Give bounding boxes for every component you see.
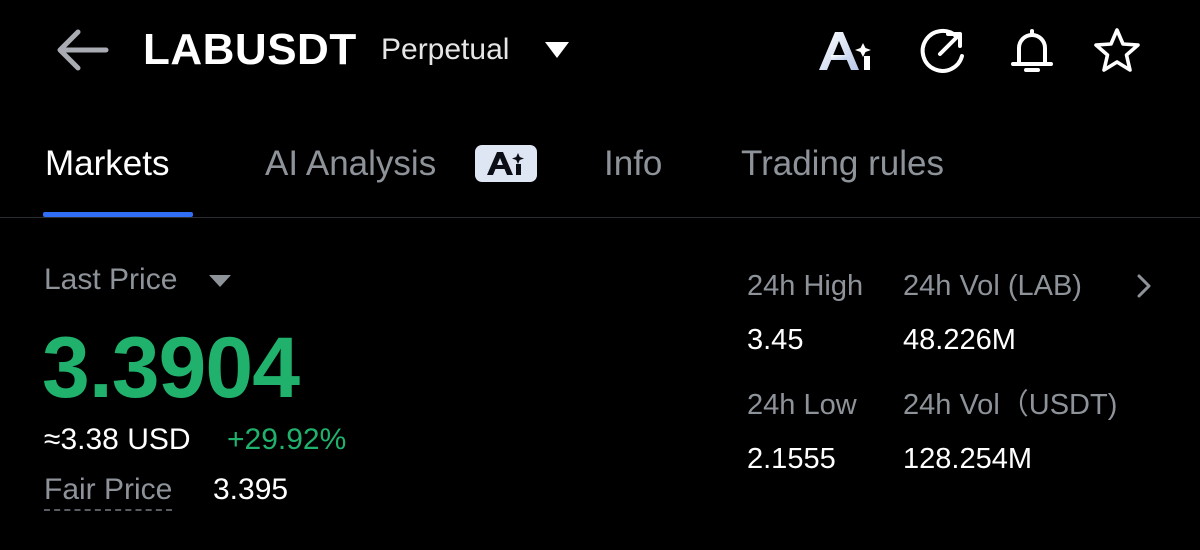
back-arrow-icon <box>57 29 109 71</box>
low-24h-value: 2.1555 <box>747 443 836 475</box>
low-24h-label: 24h Low <box>747 389 857 421</box>
ai-icon <box>819 32 871 70</box>
tab-markets[interactable]: Markets <box>45 140 169 188</box>
vol-base-label: 24h Vol (LAB) <box>903 270 1082 302</box>
contract-type[interactable]: Perpetual <box>381 30 509 70</box>
tab-info[interactable]: Info <box>604 140 662 188</box>
ai-button[interactable] <box>816 26 871 76</box>
tab-trading-rules[interactable]: Trading rules <box>741 140 944 188</box>
high-24h-value: 3.45 <box>747 324 804 356</box>
caret-down-icon <box>545 42 569 58</box>
ai-badge <box>475 145 537 182</box>
tab-ai-analysis[interactable]: AI Analysis <box>265 140 436 188</box>
symbol-title[interactable]: LABUSDT <box>143 20 357 80</box>
fair-price-label[interactable]: Fair Price <box>44 472 173 511</box>
ai-badge-icon <box>487 152 524 175</box>
symbol-dropdown-caret[interactable] <box>543 40 571 60</box>
last-price-caret[interactable] <box>208 274 232 288</box>
favorite-button[interactable] <box>1092 26 1142 76</box>
chevron-right-icon <box>1137 274 1151 298</box>
usd-approx-price: ≈3.38 USD <box>44 423 191 456</box>
alert-button[interactable] <box>1007 26 1057 76</box>
fair-price-value: 3.395 <box>213 473 289 506</box>
price-change-percent: +29.92% <box>227 423 347 456</box>
caret-down-icon <box>209 275 231 287</box>
bell-icon <box>1011 29 1053 72</box>
stats-more-button[interactable] <box>1134 272 1154 300</box>
back-button[interactable] <box>52 24 112 76</box>
vol-quote-label: 24h Vol（USDT) <box>903 389 1118 421</box>
last-price-value: 3.3904 <box>42 320 300 416</box>
vol-base-value: 48.226M <box>903 324 1016 356</box>
share-icon <box>920 28 964 73</box>
star-icon <box>1094 28 1140 72</box>
vol-quote-value: 128.254M <box>903 443 1032 475</box>
last-price-selector[interactable]: Last Price <box>44 262 177 298</box>
share-button[interactable] <box>918 26 968 76</box>
tabs-divider <box>0 217 1200 218</box>
high-24h-label: 24h High <box>747 270 864 302</box>
